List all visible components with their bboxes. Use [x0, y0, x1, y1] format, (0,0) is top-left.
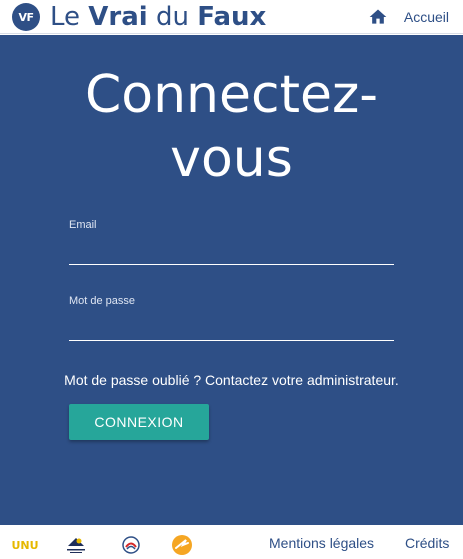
- brand-title: Le Vrai du Faux: [50, 3, 266, 31]
- unu-logo-text: UNU: [11, 538, 39, 552]
- password-field-group: Mot de passe: [69, 295, 394, 341]
- partner-logo-3[interactable]: [120, 534, 142, 556]
- home-link[interactable]: Accueil: [368, 6, 449, 28]
- brand-part-le: Le: [50, 2, 89, 32]
- forgot-password-text: Mot de passe oublié ? Contactez votre ad…: [64, 372, 399, 388]
- brand-part-vrai: Vrai: [88, 2, 148, 32]
- page-title-line1: Connectez-: [84, 65, 379, 125]
- password-label: Mot de passe: [69, 295, 136, 307]
- logo-mark-text: VF: [18, 10, 34, 24]
- password-input[interactable]: [69, 313, 394, 341]
- brand-logo-link[interactable]: VF Le Vrai du Faux: [12, 3, 266, 31]
- login-panel: Connectez- vous Email Mot de passe Mot d…: [0, 35, 463, 525]
- home-icon: [369, 9, 387, 24]
- credits-link[interactable]: Crédits: [405, 535, 449, 551]
- partner-2-icon: [67, 538, 85, 553]
- top-header: VF Le Vrai du Faux Accueil: [0, 0, 463, 34]
- logo-icon: VF: [12, 3, 40, 31]
- page-title: Connectez- vous: [0, 63, 463, 191]
- brand-part-faux: Faux: [197, 2, 267, 32]
- connexion-button[interactable]: CONNEXION: [69, 404, 209, 440]
- page-title-line2: vous: [170, 129, 293, 189]
- email-label: Email: [69, 219, 97, 231]
- brand-part-du: du: [147, 2, 198, 32]
- email-field-group: Email: [69, 219, 394, 265]
- partner-logo-2[interactable]: [64, 534, 88, 556]
- partner-4-icon: [172, 535, 192, 555]
- footer: UNU Mentions légales Crédits: [0, 525, 463, 559]
- legal-notice-link[interactable]: Mentions légales: [269, 535, 374, 551]
- partner-3-icon: [122, 536, 140, 554]
- partner-logo-4[interactable]: [171, 534, 193, 556]
- home-link-label: Accueil: [403, 9, 449, 25]
- email-input[interactable]: [69, 237, 394, 265]
- unu-logo[interactable]: UNU: [11, 534, 39, 556]
